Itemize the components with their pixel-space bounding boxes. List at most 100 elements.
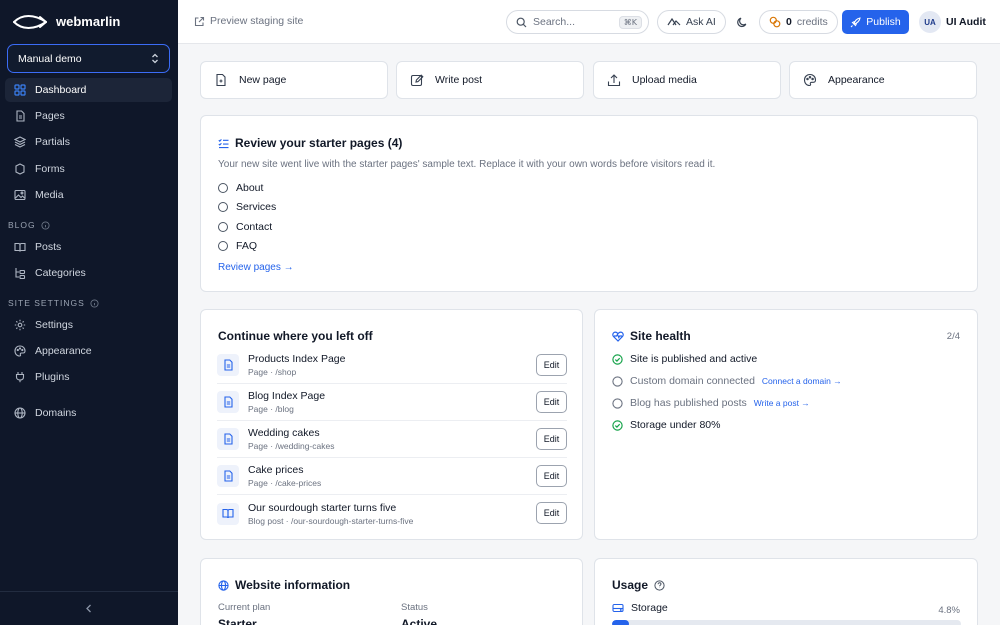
- gear-icon: [14, 319, 26, 331]
- sidebar-item-dashboard[interactable]: Dashboard: [5, 78, 172, 102]
- edit-button[interactable]: Edit: [536, 465, 567, 487]
- publish-button[interactable]: Publish: [842, 10, 909, 34]
- sidebar-item-posts[interactable]: Posts: [5, 235, 172, 259]
- recent-item-title: Products Index Page: [248, 353, 346, 365]
- status-label: Status: [401, 602, 428, 613]
- edit-button[interactable]: Edit: [536, 391, 567, 413]
- dashboard-icon: [14, 84, 26, 96]
- health-check-item: Custom domain connected Connect a domain…: [612, 375, 842, 387]
- hard-drive-icon: [612, 603, 624, 613]
- book-icon: [217, 502, 239, 525]
- starter-page-item[interactable]: FAQ: [218, 240, 257, 252]
- collapse-sidebar-button[interactable]: [0, 591, 178, 625]
- sidebar-item-label: Forms: [35, 163, 65, 175]
- app-name: webmarlin: [56, 14, 121, 29]
- book-icon: [14, 241, 26, 253]
- status-value: Active: [401, 617, 438, 625]
- site-health-title: Site health: [630, 329, 691, 343]
- edit-icon: [409, 72, 425, 88]
- document-icon: [217, 428, 239, 450]
- site-health-header: Site health: [612, 329, 691, 343]
- list-item[interactable]: Our sourdough starter turns five Blog po…: [217, 495, 567, 532]
- list-item[interactable]: Products Index Page Page · /shop Edit: [217, 347, 567, 384]
- search-input[interactable]: Search... ⌘K: [506, 10, 649, 34]
- theme-toggle-button[interactable]: [733, 13, 751, 31]
- radio-unchecked-icon[interactable]: [218, 183, 228, 193]
- logo[interactable]: webmarlin: [0, 0, 178, 43]
- storage-progress-bar: [612, 620, 961, 625]
- layers-icon: [14, 136, 26, 148]
- quick-action-appearance[interactable]: Appearance: [789, 61, 977, 99]
- recent-item-path: Page · /cake-prices: [248, 478, 322, 488]
- nav-section-site-settings: SITE SETTINGS: [8, 298, 99, 308]
- info-icon[interactable]: [90, 298, 99, 308]
- list-item[interactable]: Blog Index Page Page · /blog Edit: [217, 384, 567, 421]
- info-icon[interactable]: [41, 220, 50, 230]
- plan-value: Starter: [218, 617, 257, 625]
- recent-item-path: Page · /shop: [248, 367, 297, 377]
- search-icon: [516, 17, 527, 28]
- credits-button[interactable]: 0 credits: [759, 10, 838, 34]
- recent-item-title: Cake prices: [248, 464, 304, 476]
- sidebar-item-categories[interactable]: Categories: [5, 261, 172, 285]
- document-icon: [217, 391, 239, 413]
- quick-action-upload-media[interactable]: Upload media: [593, 61, 781, 99]
- starter-page-item[interactable]: Services: [218, 201, 276, 213]
- recent-item-title: Blog Index Page: [248, 390, 326, 402]
- starter-pages-description: Your new site went live with the starter…: [218, 159, 716, 170]
- edit-button[interactable]: Edit: [536, 428, 567, 450]
- user-name[interactable]: UI Audit: [946, 16, 986, 28]
- health-check-item: Blog has published posts Write a post →: [612, 397, 810, 409]
- avatar[interactable]: UA: [919, 11, 941, 33]
- health-check-item: Storage under 80%: [612, 419, 720, 431]
- sidebar-item-pages[interactable]: Pages: [5, 104, 172, 128]
- sidebar-item-appearance[interactable]: Appearance: [5, 339, 172, 363]
- list-item[interactable]: Cake prices Page · /cake-prices Edit: [217, 458, 567, 495]
- check-circle-icon: [612, 353, 623, 365]
- heart-pulse-icon: [612, 331, 624, 342]
- write-post-link[interactable]: Write a post →: [754, 398, 810, 408]
- categories-icon: [14, 267, 26, 279]
- empty-circle-icon: [612, 397, 623, 409]
- search-placeholder: Search...: [533, 16, 576, 28]
- sidebar-item-plugins[interactable]: Plugins: [5, 365, 172, 389]
- help-circle-icon[interactable]: [654, 579, 665, 591]
- list-item[interactable]: Wedding cakes Page · /wedding-cakes Edit: [217, 421, 567, 458]
- quick-action-write-post[interactable]: Write post: [396, 61, 584, 99]
- forms-icon: [14, 163, 26, 175]
- sidebar-item-label: Posts: [35, 241, 62, 253]
- ask-ai-button[interactable]: Ask AI: [657, 10, 726, 34]
- sidebar-item-label: Domains: [35, 407, 77, 419]
- plug-icon: [14, 371, 26, 383]
- review-pages-link[interactable]: Review pages →: [218, 262, 294, 273]
- preview-staging-link[interactable]: Preview staging site: [194, 15, 303, 27]
- radio-unchecked-icon[interactable]: [218, 202, 228, 212]
- marlin-logo-icon: [12, 14, 48, 30]
- pages-icon: [14, 110, 26, 122]
- ai-wave-icon: [667, 17, 681, 27]
- edit-button[interactable]: Edit: [536, 502, 567, 524]
- quick-action-label: Appearance: [828, 74, 885, 86]
- health-check-label: Custom domain connected: [630, 375, 755, 387]
- upload-icon: [606, 72, 622, 88]
- edit-button[interactable]: Edit: [536, 354, 567, 376]
- sidebar-item-partials[interactable]: Partials: [5, 130, 172, 154]
- starter-page-label: Contact: [236, 221, 273, 233]
- quick-action-new-page[interactable]: New page: [200, 61, 388, 99]
- starter-page-item[interactable]: Contact: [218, 221, 272, 233]
- sidebar-item-domains[interactable]: Domains: [5, 401, 172, 425]
- checklist-icon: [218, 138, 229, 149]
- connect-domain-link[interactable]: Connect a domain →: [762, 376, 842, 386]
- radio-unchecked-icon[interactable]: [218, 241, 228, 251]
- starter-page-item[interactable]: About: [218, 182, 263, 194]
- credits-count: 0: [786, 16, 792, 28]
- sidebar-item-media[interactable]: Media: [5, 183, 172, 207]
- radio-unchecked-icon[interactable]: [218, 222, 228, 232]
- site-select[interactable]: Manual demo: [7, 44, 170, 73]
- health-check-label: Site is published and active: [630, 353, 758, 365]
- starter-pages-header: Review your starter pages (4): [218, 136, 402, 150]
- sidebar-item-settings[interactable]: Settings: [5, 313, 172, 337]
- sidebar-item-forms[interactable]: Forms: [5, 157, 172, 181]
- nav-section-label: SITE SETTINGS: [8, 298, 85, 308]
- health-check-label: Blog has published posts: [630, 397, 747, 409]
